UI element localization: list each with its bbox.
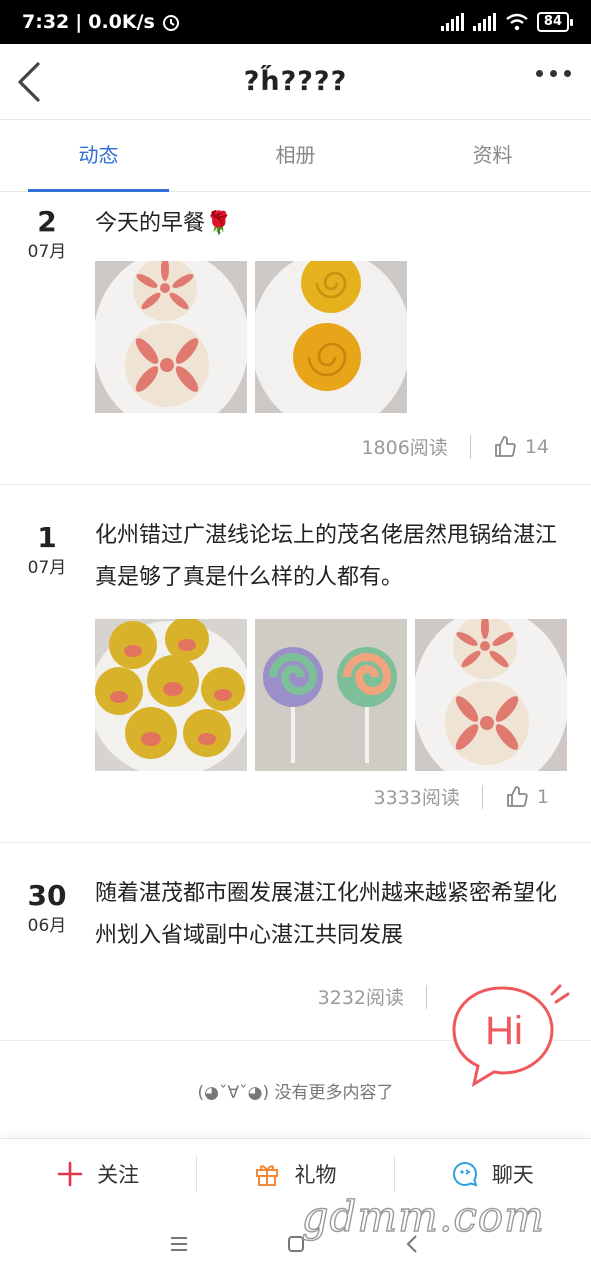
post-day: 1 xyxy=(37,521,57,554)
post-images xyxy=(95,261,407,413)
piggy-buns-photo xyxy=(95,619,247,771)
chat-label: 聊天 xyxy=(491,1162,534,1187)
post-image-piggy-buns[interactable] xyxy=(95,619,247,771)
post-month: 07月 xyxy=(27,558,67,578)
like-button[interactable]: 1 xyxy=(505,785,549,809)
profile-tabs: 动态 相册 资料 xyxy=(0,120,591,192)
post-images xyxy=(95,619,567,771)
read-count: 3232阅读 xyxy=(317,987,404,1009)
hi-text: Hi xyxy=(485,1009,523,1053)
post-item[interactable]: 2 07月 今天的早餐🌹 1806阅读 14 xyxy=(0,193,591,485)
thumbs-up-icon xyxy=(494,435,516,457)
post-image-pumpkin-roses[interactable] xyxy=(255,261,407,413)
battery-indicator: 84 xyxy=(536,12,574,32)
post-text: 化州错过广湛线论坛上的茂名佬居然甩锅给湛江真是够了真是什么样的人都有。 xyxy=(95,523,558,590)
post-stats: 3333阅读 1 xyxy=(374,783,549,810)
like-count: 14 xyxy=(524,435,549,458)
hi-greeting-button[interactable]: Hi xyxy=(448,980,572,1090)
signal-hd-icon xyxy=(472,13,496,31)
like-button[interactable]: 14 xyxy=(493,435,549,459)
status-bar: 7:32 | 0.0K/s 84 xyxy=(0,0,591,44)
follow-button[interactable]: 关注 xyxy=(0,1159,196,1189)
menu-icon[interactable] xyxy=(168,1233,190,1255)
gift-button[interactable]: 礼物 xyxy=(197,1159,393,1189)
follow-label: 关注 xyxy=(97,1162,140,1187)
gift-label: 礼物 xyxy=(294,1162,337,1187)
like-count: 1 xyxy=(536,785,549,808)
page-title: ?h̋???? xyxy=(243,66,348,97)
post-month: 07月 xyxy=(27,242,67,262)
read-count: 3333阅读 xyxy=(373,787,460,809)
more-dot-icon xyxy=(536,70,543,77)
signal-icon xyxy=(440,13,464,31)
hi-bubble-icon: Hi xyxy=(452,984,570,1088)
post-image-lollipop-buns[interactable] xyxy=(255,619,407,771)
top-nav-bar: ?h̋???? xyxy=(0,44,591,120)
post-feed: 2 07月 今天的早餐🌹 1806阅读 14 1 07月 化州错过广湛线论坛上的… xyxy=(0,193,591,1041)
chat-button[interactable]: 聊天 xyxy=(395,1159,591,1189)
post-text: 随着湛茂都市圈发展湛江化州越来越紧密希望化州划入省域副中心湛江共同发展 xyxy=(95,881,558,948)
more-dot-icon xyxy=(564,70,571,77)
post-image-flower-buns[interactable] xyxy=(415,619,567,771)
post-stats: 3232阅读 xyxy=(318,983,449,1010)
tab-dynamics[interactable]: 动态 xyxy=(0,120,197,192)
post-date: 2 07月 xyxy=(20,205,74,265)
read-count: 1806阅读 xyxy=(361,437,448,459)
tab-profile-info[interactable]: 资料 xyxy=(394,120,591,191)
alarm-icon xyxy=(162,15,179,31)
post-day: 2 xyxy=(37,205,57,238)
stat-divider xyxy=(481,784,483,809)
back-button[interactable] xyxy=(14,60,54,104)
stat-divider xyxy=(469,434,471,459)
more-options-button[interactable] xyxy=(536,70,571,77)
pumpkin-rose-buns-photo xyxy=(255,261,407,413)
post-date: 1 07月 xyxy=(20,521,74,581)
lollipop-buns-photo xyxy=(255,619,407,771)
plus-icon xyxy=(57,1161,83,1186)
post-month: 06月 xyxy=(27,916,67,936)
flower-buns-photo xyxy=(415,619,567,771)
tab-album[interactable]: 相册 xyxy=(197,120,394,191)
status-speed: 0.0K/s xyxy=(88,11,155,33)
chat-icon xyxy=(452,1161,478,1186)
stat-divider xyxy=(426,984,427,1009)
watermark-text: gdmm.com xyxy=(301,1191,545,1241)
post-day: 30 xyxy=(27,879,67,912)
post-item[interactable]: 1 07月 化州错过广湛线论坛上的茂名佬居然甩锅给湛江真是够了真是什么样的人都有… xyxy=(0,485,591,843)
status-separator: | xyxy=(75,11,83,33)
wifi-icon xyxy=(506,13,528,31)
more-dot-icon xyxy=(550,70,557,77)
gift-icon xyxy=(256,1164,279,1186)
post-stats: 1806阅读 14 xyxy=(361,433,549,460)
back-arrow-icon xyxy=(18,62,40,102)
post-date: 30 06月 xyxy=(20,879,74,939)
thumbs-up-icon xyxy=(507,785,528,807)
status-time: 7:32 xyxy=(22,11,70,33)
post-text: 今天的早餐🌹 xyxy=(95,211,233,236)
post-image-flower-buns[interactable] xyxy=(95,261,247,413)
flower-buns-photo xyxy=(95,261,247,413)
